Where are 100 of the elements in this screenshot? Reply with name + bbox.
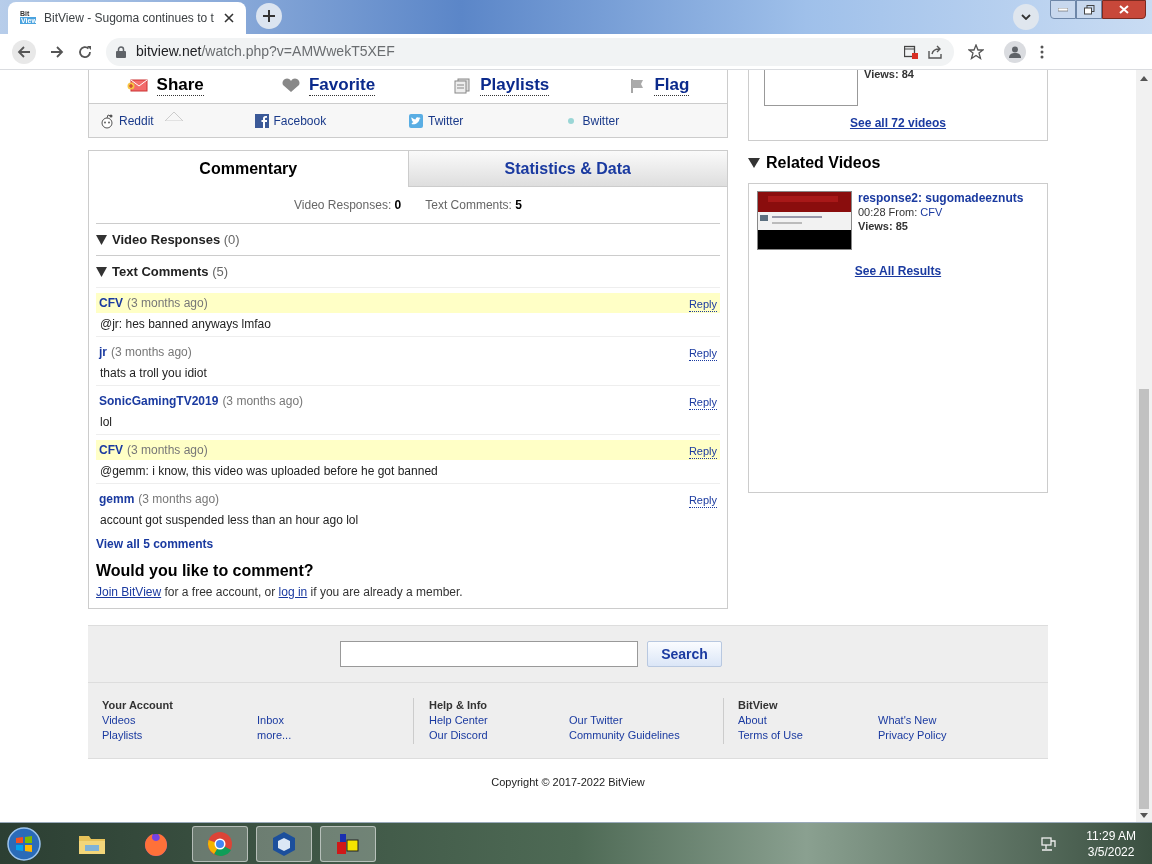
footer-link[interactable]: Our Discord (429, 728, 569, 743)
window-alert-icon[interactable] (904, 44, 918, 59)
search-field[interactable] (340, 641, 639, 667)
comment-text: @jr: hes banned anyways lmfao (99, 316, 272, 332)
back-button[interactable] (12, 39, 36, 64)
comment-text: lol (99, 414, 113, 430)
comment-time: (3 months ago) (138, 491, 220, 508)
panel-tab[interactable]: Statistics & Data (407, 151, 727, 187)
video-title-link[interactable]: response2: sugomadeeznuts (858, 191, 1024, 205)
forward-arrow-icon[interactable] (50, 44, 64, 59)
comment-time: (3 months ago) (127, 442, 208, 459)
username-link[interactable]: CFV (99, 294, 123, 312)
share-icon[interactable] (928, 44, 944, 59)
url-text: bitview.net/watch.php?v=AMWwekT5XEF (136, 42, 395, 61)
start-orb-icon[interactable] (6, 825, 42, 862)
see-all-link[interactable]: See All Results (854, 262, 942, 280)
taskbar-button[interactable] (256, 825, 312, 862)
video-views: Views: 85 (858, 219, 909, 233)
star-icon[interactable] (968, 43, 984, 60)
minimize-icon (1058, 7, 1068, 12)
reply-link[interactable]: Reply (688, 494, 717, 508)
comment-time: (3 months ago) (222, 393, 304, 410)
address-bar[interactable]: bitview.net/watch.php?v=AMWwekT5XEF (106, 37, 954, 66)
footer-link[interactable]: Terms of Use (738, 728, 878, 743)
reply-link[interactable]: Reply (688, 396, 717, 410)
menu-icon[interactable] (1040, 44, 1044, 59)
triangle-down-icon[interactable] (748, 158, 760, 168)
username-link[interactable]: SonicGamingTV2019 (99, 392, 219, 410)
username-link[interactable]: jr (99, 343, 107, 361)
back-arrow-icon (17, 44, 31, 59)
social-link[interactable]: Twitter (428, 111, 464, 130)
footer-link[interactable]: Playlists (102, 728, 257, 743)
section-heading: Related Videos (766, 153, 881, 173)
video-views: Views: 84 (864, 70, 914, 82)
restore-button[interactable] (1076, 0, 1102, 19)
scroll-down-icon[interactable] (1140, 813, 1148, 818)
username-link[interactable]: CFV (99, 441, 123, 459)
person-icon (1009, 45, 1021, 58)
social-link[interactable]: Facebook (273, 111, 327, 130)
comment-text: thats a troll you idiot (99, 365, 208, 381)
signup-link[interactable]: log in (278, 585, 308, 599)
reload-icon[interactable] (78, 44, 92, 59)
share-tab[interactable]: Share (156, 75, 204, 96)
close-icon[interactable] (224, 13, 234, 23)
taskbar-button[interactable] (320, 825, 376, 862)
facebook-icon[interactable] (253, 112, 270, 129)
plus-icon (263, 10, 275, 22)
scroll-up-icon[interactable] (1140, 76, 1148, 81)
copyright-text: Copyright © 2017-2022 BitView (490, 775, 646, 790)
close-window-button[interactable] (1102, 0, 1146, 19)
username-link[interactable]: gemm (99, 490, 135, 508)
scrollbar-thumb[interactable] (1139, 389, 1149, 809)
comment-heading: Would you like to comment? (96, 561, 315, 581)
clock[interactable]: 11:29 AM 3/5/2022 (1086, 827, 1136, 860)
comment-text: account got suspended less than an hour ago lol (99, 512, 360, 528)
section-heading[interactable]: Text Comments (5) (112, 261, 229, 282)
comment-text: @gemm: i know, this video was uploaded before he got banned (99, 463, 439, 479)
section-heading[interactable]: Video Responses (0) (112, 229, 240, 250)
count-text: Text Comments: 5 (425, 197, 522, 214)
footer-link[interactable]: Community Guidelines (569, 728, 723, 743)
footer-heading: Your Account (102, 698, 174, 713)
tab-search-button[interactable] (1013, 4, 1039, 30)
social-link[interactable]: Bwitter (582, 111, 620, 130)
envelope-icon (126, 77, 149, 94)
footer-heading: BitView (738, 698, 779, 713)
footer-link[interactable]: Privacy Policy (878, 728, 947, 743)
lock-icon (116, 45, 126, 58)
pointer-notch-icon (164, 112, 183, 121)
search-button[interactable]: Search (647, 641, 722, 667)
share-tab[interactable]: Flag (654, 75, 690, 96)
chevron-down-icon (1021, 14, 1031, 20)
restore-icon (1083, 4, 1095, 15)
footer-link[interactable]: Our Twitter (569, 713, 723, 728)
footer-link[interactable]: About (738, 713, 878, 728)
see-all-link[interactable]: See all 72 videos (849, 114, 947, 132)
count-text: Video Responses: 0 (294, 197, 402, 214)
new-tab-button[interactable] (256, 3, 282, 29)
close-icon (1119, 5, 1129, 14)
social-link[interactable]: Reddit (119, 111, 154, 130)
alien-head-icon[interactable] (99, 112, 115, 129)
footer-link[interactable]: Inbox (257, 713, 413, 728)
view-all-link[interactable]: View all 5 comments (96, 535, 214, 553)
tab-title: BitView - Sugoma continues to t (44, 10, 215, 27)
footer-link[interactable]: Videos (102, 713, 257, 728)
taskbar-button[interactable] (192, 825, 248, 862)
reply-link[interactable]: Reply (688, 298, 717, 312)
share-tab[interactable]: Favorite (309, 75, 376, 96)
triangle-down-icon[interactable] (96, 266, 107, 277)
triangle-down-icon[interactable] (96, 234, 107, 245)
reply-link[interactable]: Reply (688, 347, 717, 361)
channel-link[interactable]: CFV (920, 206, 943, 218)
comment-time: (3 months ago) (127, 295, 208, 312)
footer-link[interactable]: more... (257, 728, 413, 743)
signup-link[interactable]: Join BitView (96, 585, 162, 599)
footer-link[interactable]: Help Center (429, 713, 569, 728)
profile-button[interactable] (1004, 40, 1026, 63)
share-tab[interactable]: Playlists (480, 75, 550, 96)
footer-link[interactable]: What's New (878, 713, 947, 728)
reply-link[interactable]: Reply (688, 445, 717, 459)
network-icon[interactable] (1040, 835, 1057, 852)
